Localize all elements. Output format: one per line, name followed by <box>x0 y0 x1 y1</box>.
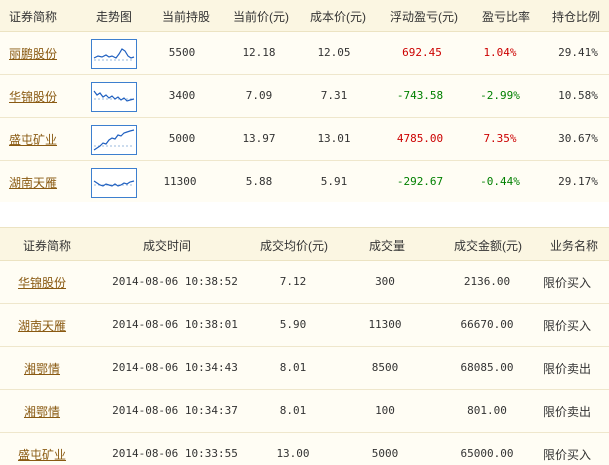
col-header-time[interactable]: 成交时间 <box>143 237 191 254</box>
stock-name-link[interactable]: 湖南天雁 <box>9 174 57 191</box>
amount-value: 68085.00 <box>460 361 514 374</box>
trade-time: 2014-08-06 10:38:01 <box>112 318 238 331</box>
sparkline-chart-icon[interactable] <box>91 39 137 69</box>
col-header-ratio[interactable]: 盈亏比率 <box>482 8 530 25</box>
trade-time: 2014-08-06 10:34:43 <box>112 361 238 374</box>
trades-table: 证券简称 成交时间 成交均价(元) 成交量 成交金额(元) 业务名称 华锦股份 … <box>0 228 609 465</box>
volume-value: 300 <box>375 275 395 288</box>
business-name: 限价买入 <box>542 448 592 462</box>
weight-value: 10.58% <box>558 89 598 102</box>
ratio-value: 7.35% <box>483 132 517 145</box>
stock-name-link[interactable]: 湘鄂情 <box>24 403 60 420</box>
col-header-shares[interactable]: 当前持股 <box>162 8 210 25</box>
pnl-value: -292.67 <box>396 175 444 188</box>
col-header-weight[interactable]: 持仓比例 <box>552 8 600 25</box>
holding-row: 盛屯矿业 5000 13.97 13.01 4785.00 7.35% 30.6… <box>0 118 609 161</box>
stock-name-link[interactable]: 盛屯矿业 <box>18 446 66 463</box>
trade-time: 2014-08-06 10:38:52 <box>112 275 238 288</box>
trades-header: 证券简称 成交时间 成交均价(元) 成交量 成交金额(元) 业务名称 <box>0 228 609 261</box>
stock-name-link[interactable]: 湘鄂情 <box>24 360 60 377</box>
volume-value: 5000 <box>371 447 399 460</box>
stock-name-link[interactable]: 湖南天雁 <box>18 317 66 334</box>
shares-value: 5000 <box>168 132 196 145</box>
pnl-value: 4785.00 <box>396 132 444 145</box>
ratio-value: -2.99% <box>480 89 520 102</box>
avg-price-value: 13.00 <box>276 447 310 460</box>
trade-row: 湖南天雁 2014-08-06 10:38:01 5.90 11300 6667… <box>0 304 609 347</box>
trade-time: 2014-08-06 10:33:55 <box>112 447 238 460</box>
trade-row: 湘鄂情 2014-08-06 10:34:43 8.01 8500 68085.… <box>0 347 609 390</box>
section-divider <box>0 202 609 228</box>
col-header-business[interactable]: 业务名称 <box>550 237 598 254</box>
trade-time: 2014-08-06 10:34:37 <box>112 404 238 417</box>
avg-price-value: 8.01 <box>279 404 307 417</box>
trade-row: 华锦股份 2014-08-06 10:38:52 7.12 300 2136.0… <box>0 261 609 304</box>
trade-row: 湘鄂情 2014-08-06 10:34:37 8.01 100 801.00 … <box>0 390 609 433</box>
col-header-trend[interactable]: 走势图 <box>96 8 132 25</box>
price-value: 5.88 <box>245 175 273 188</box>
amount-value: 801.00 <box>467 404 507 417</box>
price-value: 12.18 <box>242 46 276 59</box>
volume-value: 11300 <box>368 318 402 331</box>
amount-value: 66670.00 <box>460 318 514 331</box>
col-header-name[interactable]: 证券简称 <box>23 237 71 254</box>
business-name: 限价买入 <box>542 319 592 333</box>
cost-value: 13.01 <box>317 132 351 145</box>
ratio-value: 1.04% <box>483 46 517 59</box>
weight-value: 29.17% <box>558 175 598 188</box>
col-header-pnl[interactable]: 浮动盈亏(元) <box>390 8 458 25</box>
weight-value: 29.41% <box>558 46 598 59</box>
shares-value: 3400 <box>168 89 196 102</box>
col-header-avg-price[interactable]: 成交均价(元) <box>260 237 328 254</box>
shares-value: 5500 <box>168 46 196 59</box>
amount-value: 2136.00 <box>463 275 511 288</box>
holdings-header: 证券简称 走势图 当前持股 当前价(元) 成本价(元) 浮动盈亏(元) 盈亏比率… <box>0 0 609 32</box>
col-header-volume[interactable]: 成交量 <box>369 237 405 254</box>
col-header-name[interactable]: 证券简称 <box>9 8 57 25</box>
avg-price-value: 8.01 <box>279 361 307 374</box>
col-header-cost[interactable]: 成本价(元) <box>310 8 366 25</box>
business-name: 限价买入 <box>542 276 592 290</box>
stock-name-link[interactable]: 华锦股份 <box>9 88 57 105</box>
price-value: 13.97 <box>242 132 276 145</box>
stock-name-link[interactable]: 盛屯矿业 <box>9 131 57 148</box>
volume-value: 100 <box>375 404 395 417</box>
col-header-amount[interactable]: 成交金额(元) <box>454 237 522 254</box>
cost-value: 5.91 <box>320 175 348 188</box>
weight-value: 30.67% <box>558 132 598 145</box>
ratio-value: -0.44% <box>480 175 520 188</box>
shares-value: 11300 <box>163 175 197 188</box>
stock-name-link[interactable]: 丽鹏股份 <box>9 45 57 62</box>
amount-value: 65000.00 <box>460 447 514 460</box>
business-name: 限价卖出 <box>542 405 592 419</box>
stock-name-link[interactable]: 华锦股份 <box>18 274 66 291</box>
business-name: 限价卖出 <box>542 362 592 376</box>
holding-row: 丽鹏股份 5500 12.18 12.05 692.45 1.04% 29.41… <box>0 32 609 75</box>
sparkline-chart-icon[interactable] <box>91 168 137 198</box>
price-value: 7.09 <box>245 89 273 102</box>
holding-row: 湖南天雁 11300 5.88 5.91 -292.67 -0.44% 29.1… <box>0 161 609 204</box>
trade-row: 盛屯矿业 2014-08-06 10:33:55 13.00 5000 6500… <box>0 433 609 465</box>
sparkline-chart-icon[interactable] <box>91 125 137 155</box>
volume-value: 8500 <box>371 361 399 374</box>
cost-value: 7.31 <box>320 89 348 102</box>
cost-value: 12.05 <box>317 46 351 59</box>
avg-price-value: 5.90 <box>279 318 307 331</box>
pnl-value: 692.45 <box>402 46 442 59</box>
pnl-value: -743.58 <box>396 89 444 102</box>
sparkline-chart-icon[interactable] <box>91 82 137 112</box>
holdings-table: 证券简称 走势图 当前持股 当前价(元) 成本价(元) 浮动盈亏(元) 盈亏比率… <box>0 0 609 204</box>
holding-row: 华锦股份 3400 7.09 7.31 -743.58 -2.99% 10.58… <box>0 75 609 118</box>
avg-price-value: 7.12 <box>279 275 307 288</box>
col-header-price[interactable]: 当前价(元) <box>233 8 289 25</box>
